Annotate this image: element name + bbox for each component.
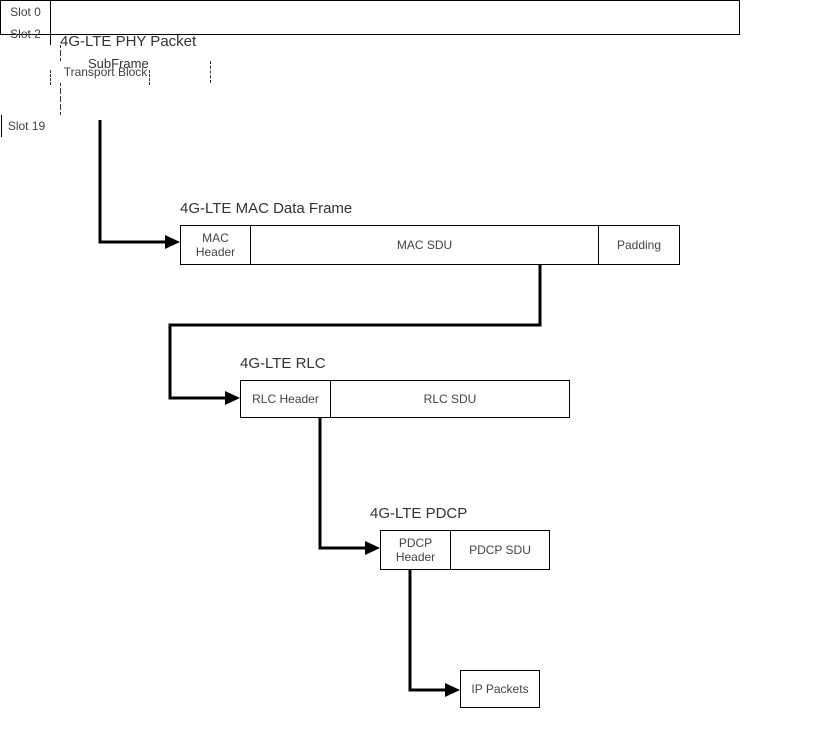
pdcp-title: 4G-LTE PDCP xyxy=(370,505,467,522)
subframe-bracket xyxy=(50,70,150,85)
phy-slot-2: Slot 2 xyxy=(1,23,51,45)
rlc-row: RLC Header RLC SDU xyxy=(240,380,570,418)
phy-empty-cell xyxy=(1,99,61,107)
phy-empty-cell xyxy=(1,107,61,115)
ip-packets-box: IP Packets xyxy=(460,670,540,708)
phy-slot-0: Slot 0 xyxy=(1,1,51,23)
phy-empty-cell xyxy=(1,91,61,99)
pdcp-row: PDCP Header PDCP SDU xyxy=(380,530,550,570)
mac-header-cell: MAC Header xyxy=(181,226,251,264)
pdcp-sdu-cell: PDCP SDU xyxy=(451,531,549,569)
mac-row: MAC Header MAC SDU Padding xyxy=(180,225,680,265)
rlc-sdu-cell: RLC SDU xyxy=(331,381,569,417)
rlc-title: 4G-LTE RLC xyxy=(240,355,326,372)
mac-sdu-cell: MAC SDU xyxy=(251,226,599,264)
mac-padding-cell: Padding xyxy=(599,226,679,264)
phy-title: 4G-LTE PHY Packet xyxy=(60,33,196,50)
arrow-phy-to-mac xyxy=(40,120,190,255)
diagram-container: 4G-LTE PHY Packet SubFrame Slot 0 Slot 2… xyxy=(0,0,820,745)
mac-title: 4G-LTE MAC Data Frame xyxy=(180,200,352,217)
phy-empty-cell xyxy=(1,45,61,53)
pdcp-header-cell: PDCP Header xyxy=(381,531,451,569)
rlc-header-cell: RLC Header xyxy=(241,381,331,417)
phy-subframe-label: SubFrame xyxy=(88,56,149,71)
phy-empty-cell xyxy=(1,53,61,61)
phy-row: Slot 0 Slot 2 Transport Block Slot 19 xyxy=(0,0,740,35)
